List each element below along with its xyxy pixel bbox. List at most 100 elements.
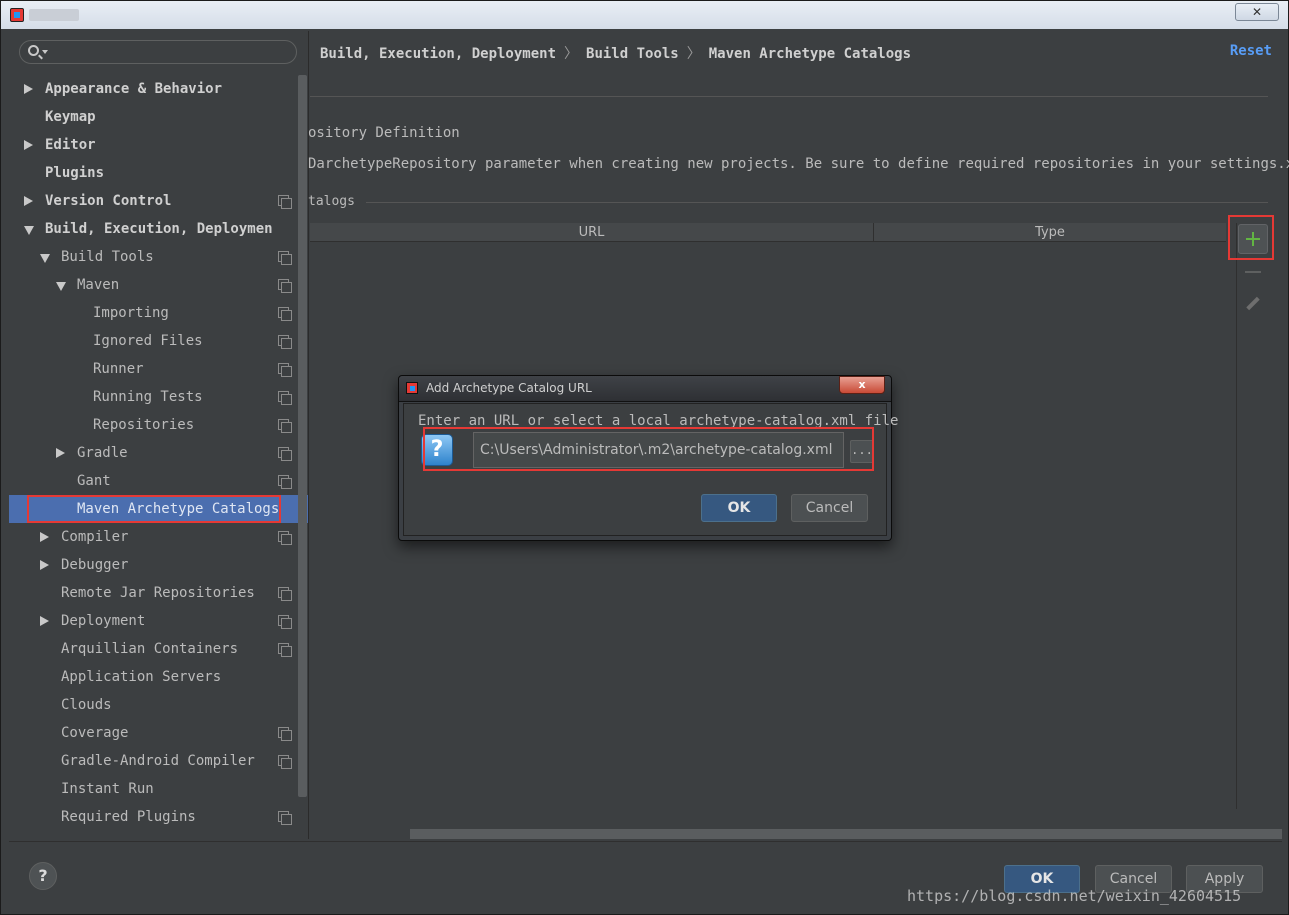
- expand-arrow-right-icon[interactable]: [40, 616, 49, 626]
- expand-arrow-right-icon[interactable]: [24, 196, 33, 206]
- project-settings-icon: [278, 391, 292, 405]
- sidebar-item-label: Coverage: [61, 725, 129, 741]
- dialog-close-button[interactable]: x: [839, 376, 885, 394]
- project-settings-icon: [278, 587, 292, 601]
- horizontal-scrollbar[interactable]: [410, 829, 1282, 839]
- sidebar-item[interactable]: Importing: [9, 299, 297, 327]
- sidebar-item[interactable]: Gradle-Android Compiler: [9, 747, 297, 775]
- sidebar-item-label: Appearance & Behavior: [45, 81, 223, 97]
- dialog-titlebar[interactable]: Add Archetype Catalog URL x: [399, 376, 891, 402]
- settings-window: ✕ Appearance & Behavior Keymap Editor Plugi…: [0, 0, 1289, 915]
- sidebar-item[interactable]: Version Control: [9, 187, 297, 215]
- sidebar-item[interactable]: Debugger: [9, 551, 297, 579]
- sidebar-item[interactable]: Instant Run: [9, 775, 297, 803]
- sidebar-item-label: Compiler: [61, 529, 129, 545]
- sidebar-item-label: Running Tests: [93, 389, 203, 405]
- breadcrumb-item[interactable]: Build, Execution, Deployment: [320, 46, 556, 62]
- catalogs-group-label: talogs: [308, 194, 355, 209]
- header-divider: [310, 96, 1268, 97]
- column-header-url[interactable]: URL: [310, 223, 874, 242]
- sidebar-item[interactable]: Gradle: [9, 439, 297, 467]
- project-settings-icon: [278, 755, 292, 769]
- catalogs-group-divider: [366, 202, 1268, 203]
- sidebar-item[interactable]: Build, Execution, Deploymen: [9, 215, 297, 243]
- sidebar-item[interactable]: Required Plugins: [9, 803, 297, 831]
- dialog-title: Add Archetype Catalog URL: [426, 381, 592, 395]
- sidebar-item[interactable]: Appearance & Behavior: [9, 75, 297, 103]
- project-settings-icon: [278, 727, 292, 741]
- sidebar-scrollbar[interactable]: [298, 75, 307, 797]
- section-title: ository Definition: [308, 125, 460, 141]
- dialog-footer: ? OK Cancel Apply https://blog.csdn.net/…: [9, 841, 1282, 909]
- breadcrumb-item[interactable]: Build Tools: [586, 46, 679, 62]
- sidebar-item-label: Runner: [93, 361, 144, 377]
- expand-arrow-right-icon[interactable]: [24, 140, 33, 150]
- sidebar-item[interactable]: Plugins: [9, 159, 297, 187]
- sidebar-item-label: Gradle-Android Compiler: [61, 753, 255, 769]
- sidebar-item[interactable]: Maven: [9, 271, 297, 299]
- sidebar-item-label: Deployment: [61, 613, 146, 629]
- sidebar-item[interactable]: Running Tests: [9, 383, 297, 411]
- expand-arrow-right-icon[interactable]: [40, 532, 49, 542]
- sidebar-item-label: Instant Run: [61, 781, 154, 797]
- sidebar-item[interactable]: Clouds: [9, 691, 297, 719]
- reset-link[interactable]: Reset: [1230, 43, 1272, 59]
- url-input-highlight-box: [423, 427, 874, 471]
- sidebar-item[interactable]: Keymap: [9, 103, 297, 131]
- sidebar-item-label: Debugger: [61, 557, 129, 573]
- expand-arrow-down-icon[interactable]: [40, 254, 50, 263]
- project-settings-icon: [278, 307, 292, 321]
- project-settings-icon: [278, 643, 292, 657]
- selected-item-highlight-box: [27, 495, 281, 523]
- project-settings-icon: [278, 335, 292, 349]
- sidebar-item-label: Gant: [77, 473, 111, 489]
- sidebar-item-label: Application Servers: [61, 669, 222, 685]
- dialog-cancel-button[interactable]: Cancel: [791, 494, 868, 522]
- sidebar-item-label: Gradle: [77, 445, 128, 461]
- project-settings-icon: [278, 363, 292, 377]
- search-input[interactable]: [54, 43, 290, 61]
- expand-arrow-right-icon[interactable]: [56, 448, 65, 458]
- sidebar-item[interactable]: Application Servers: [9, 663, 297, 691]
- sidebar-item[interactable]: Deployment: [9, 607, 297, 635]
- sidebar-item[interactable]: Arquillian Containers: [9, 635, 297, 663]
- settings-sidebar: Appearance & Behavior Keymap Editor Plugins…: [9, 31, 309, 839]
- expand-arrow-down-icon[interactable]: [24, 226, 34, 235]
- sidebar-item[interactable]: Gant: [9, 467, 297, 495]
- sidebar-item-label: Keymap: [45, 109, 96, 125]
- help-button[interactable]: ?: [29, 862, 57, 890]
- sidebar-item-label: Version Control: [45, 193, 172, 209]
- remove-catalog-icon[interactable]: [1245, 271, 1261, 273]
- expand-arrow-right-icon[interactable]: [24, 84, 33, 94]
- sidebar-item-label: Build Tools: [61, 249, 154, 265]
- sidebar-item[interactable]: Build Tools: [9, 243, 297, 271]
- column-header-type[interactable]: Type: [874, 223, 1226, 242]
- sidebar-item[interactable]: Runner: [9, 355, 297, 383]
- expand-arrow-right-icon[interactable]: [40, 560, 49, 570]
- search-icon: [28, 45, 39, 56]
- edit-pencil-icon[interactable]: [1245, 296, 1261, 312]
- expand-arrow-down-icon[interactable]: [56, 282, 66, 291]
- sidebar-item-label: Build, Execution, Deploymen: [45, 221, 273, 237]
- dialog-ok-button[interactable]: OK: [701, 494, 777, 522]
- sidebar-item-label: Remote Jar Repositories: [61, 585, 255, 601]
- window-close-button[interactable]: ✕: [1235, 3, 1279, 21]
- intellij-app-icon: [10, 8, 24, 22]
- sidebar-item[interactable]: Repositories: [9, 411, 297, 439]
- sidebar-item[interactable]: Compiler: [9, 523, 297, 551]
- project-settings-icon: [278, 475, 292, 489]
- project-settings-icon: [278, 279, 292, 293]
- chevron-down-icon[interactable]: [42, 50, 48, 54]
- sidebar-item[interactable]: Remote Jar Repositories: [9, 579, 297, 607]
- settings-search[interactable]: [19, 40, 297, 64]
- sidebar-item-label: Ignored Files: [93, 333, 203, 349]
- sidebar-item-label: Arquillian Containers: [61, 641, 239, 657]
- add-catalog-dialog: Add Archetype Catalog URL x Enter an URL…: [398, 375, 898, 541]
- section-description: DarchetypeRepository parameter when crea…: [308, 156, 1289, 172]
- sidebar-item[interactable]: Coverage: [9, 719, 297, 747]
- window-title-redacted: [29, 9, 79, 21]
- sidebar-item[interactable]: Editor: [9, 131, 297, 159]
- project-settings-icon: [278, 531, 292, 545]
- sidebar-item[interactable]: Ignored Files: [9, 327, 297, 355]
- window-titlebar[interactable]: ✕: [1, 1, 1288, 29]
